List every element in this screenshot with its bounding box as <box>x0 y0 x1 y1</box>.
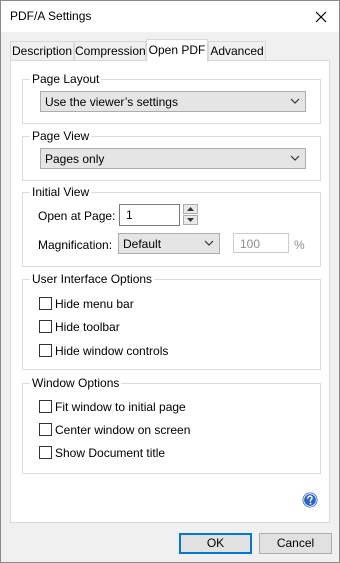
arrow-up-icon <box>187 207 194 211</box>
hide-toolbar-label: Hide toolbar <box>55 320 120 334</box>
checkbox-box[interactable] <box>39 423 52 436</box>
percent-value: 100 <box>240 237 261 251</box>
tab-compression[interactable]: Compression <box>74 41 146 60</box>
initial-view-label: Initial View <box>30 185 92 199</box>
spin-down-button[interactable] <box>183 215 198 225</box>
spin-up-button[interactable] <box>183 204 198 214</box>
page-layout-value: Use the viewer’s settings <box>45 95 178 109</box>
window-options-label: Window Options <box>30 376 122 390</box>
page-view-value: Pages only <box>45 152 105 166</box>
magnification-select[interactable]: Default <box>118 233 220 254</box>
open-at-page-input[interactable]: 1 <box>119 204 180 226</box>
hide-menu-bar-label: Hide menu bar <box>55 297 134 311</box>
page-view-select[interactable]: Pages only <box>40 148 306 169</box>
open-at-page-value: 1 <box>126 208 133 222</box>
magnification-label: Magnification: <box>38 238 113 252</box>
help-icon[interactable] <box>302 492 318 508</box>
fit-window-label: Fit window to initial page <box>55 400 186 414</box>
close-button[interactable] <box>303 1 339 32</box>
tab-open-pdf[interactable]: Open PDF <box>146 39 208 62</box>
initial-view-group: Initial View Open at Page: 1 Magnificati… <box>22 185 321 267</box>
magnification-value: Default <box>123 237 162 251</box>
cancel-button[interactable]: Cancel <box>259 533 332 554</box>
page-view-label: Page View <box>30 129 92 143</box>
ui-options-label: User Interface Options <box>30 272 155 286</box>
open-pdf-panel: Page Layout Use the viewer’s settings Pa… <box>10 60 330 523</box>
page-view-group: Page View Pages only <box>22 129 321 181</box>
tab-description[interactable]: Description <box>10 41 74 60</box>
chevron-down-icon <box>290 155 300 161</box>
checkbox-box[interactable] <box>39 400 52 413</box>
checkbox-box[interactable] <box>39 446 52 459</box>
page-layout-group: Page Layout Use the viewer’s settings <box>22 72 321 124</box>
chevron-down-icon <box>290 98 300 104</box>
dialog-window: PDF/A Settings Description Compression O… <box>0 0 340 563</box>
tab-advanced[interactable]: Advanced <box>208 41 266 60</box>
chevron-down-icon <box>204 240 214 246</box>
checkbox-box[interactable] <box>39 320 52 333</box>
percent-input[interactable]: 100 <box>233 233 289 253</box>
hide-window-controls-label: Hide window controls <box>55 344 169 358</box>
close-icon <box>315 11 327 22</box>
open-at-page-label: Open at Page: <box>38 209 116 223</box>
percent-unit: % <box>294 238 305 252</box>
window-options-group: Window Options Fit window to initial pag… <box>22 376 321 474</box>
arrow-down-icon <box>187 218 194 222</box>
page-layout-select[interactable]: Use the viewer’s settings <box>40 91 306 112</box>
show-document-title-label: Show Document title <box>55 446 166 460</box>
page-layout-label: Page Layout <box>30 72 102 86</box>
checkbox-box[interactable] <box>39 297 52 310</box>
checkbox-box[interactable] <box>39 344 52 357</box>
window-title: PDF/A Settings <box>10 9 92 23</box>
ok-button[interactable]: OK <box>179 533 252 554</box>
title-bar: PDF/A Settings <box>1 1 339 32</box>
ui-options-group: User Interface Options Hide menu bar Hid… <box>22 272 321 370</box>
center-window-label: Center window on screen <box>55 423 191 437</box>
